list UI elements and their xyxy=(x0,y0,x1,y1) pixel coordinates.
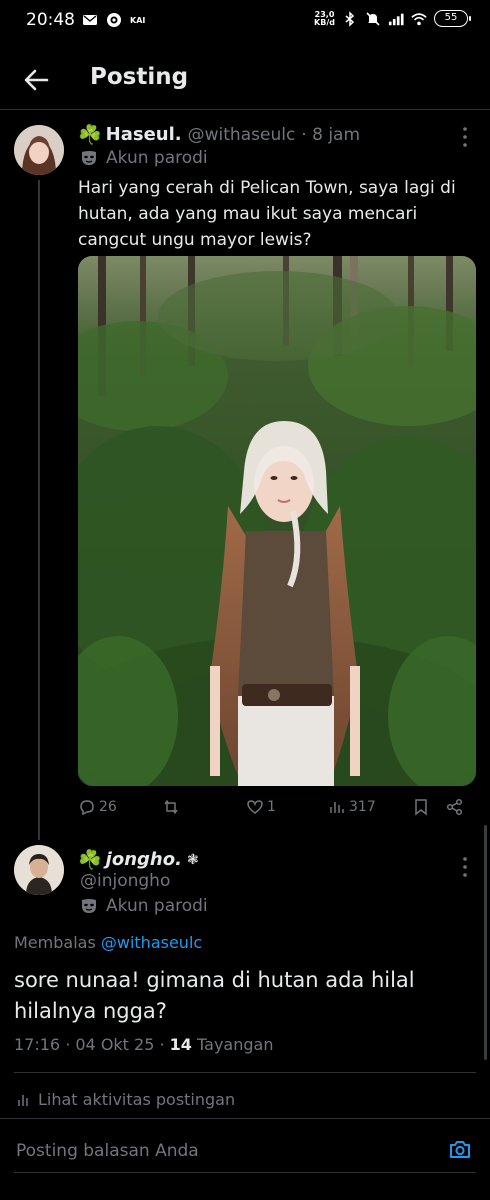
kai-icon: KAI xyxy=(130,15,146,25)
tweet-text: Hari yang cerah di Pelican Town, saya la… xyxy=(78,178,456,250)
mute-icon xyxy=(366,11,380,26)
parody-label-row: Akun parodi xyxy=(80,896,208,916)
bluetooth-icon xyxy=(345,10,355,27)
reply-timestamp: 17:16 · 04 Okt 25 · xyxy=(14,1035,170,1054)
comment-icon xyxy=(80,800,94,816)
author-name[interactable]: Haseul. xyxy=(106,124,182,145)
replying-to-link[interactable]: @withaseulc xyxy=(101,933,202,952)
reply-views-label: Tayangan xyxy=(191,1035,274,1054)
reply-meta: 17:16 · 04 Okt 25 · 14 Tayangan xyxy=(14,1035,273,1054)
reply-compose-bar[interactable]: Posting balasan Anda xyxy=(0,1118,490,1178)
bookmark-icon xyxy=(415,799,427,816)
view-count: 317 xyxy=(349,799,376,815)
circle-app-icon xyxy=(107,13,121,27)
replying-to-line: Membalas @withaseulc xyxy=(14,933,202,952)
app-header: Posting xyxy=(0,50,490,110)
tweet-photo[interactable] xyxy=(78,256,476,786)
reply-author-name[interactable]: jongho. xyxy=(106,849,182,870)
mail-icon xyxy=(83,15,97,25)
more-options-icon[interactable] xyxy=(462,856,468,878)
tweet-author-row: ☘️ Haseul. @withaseulc · 8 jam xyxy=(78,123,360,146)
reply-author-handle[interactable]: @injongho xyxy=(80,871,170,891)
post-activity-link[interactable]: Lihat aktivitas postingan xyxy=(16,1090,235,1109)
tweet-action-bar: 26 1 317 xyxy=(78,798,476,820)
page-title: Posting xyxy=(90,64,189,90)
bar-chart-icon xyxy=(330,802,344,813)
reply-author-row: ☘️ jongho. ❃ xyxy=(78,848,199,871)
parody-label: Akun parodi xyxy=(106,896,208,916)
thread-connector-line xyxy=(38,180,40,840)
arrow-left-icon[interactable] xyxy=(20,64,52,96)
share-button[interactable] xyxy=(446,798,464,816)
share-icon xyxy=(446,798,463,816)
more-options-icon[interactable] xyxy=(462,126,468,148)
avatar[interactable] xyxy=(14,845,64,895)
parody-label-row: Akun parodi xyxy=(80,148,208,168)
avatar-photo xyxy=(14,125,64,175)
reply-count: 26 xyxy=(99,799,117,815)
reply-input-placeholder[interactable]: Posting balasan Anda xyxy=(16,1141,199,1161)
divider xyxy=(14,1072,476,1073)
network-speed: 23,0 KB/d xyxy=(314,9,335,27)
mask-icon xyxy=(82,151,96,165)
camera-icon[interactable] xyxy=(448,1138,472,1162)
reply-views-count: 14 xyxy=(169,1035,192,1054)
battery-indicator: 55 xyxy=(434,10,471,27)
bar-chart-icon xyxy=(18,1094,28,1106)
retweet-icon xyxy=(164,800,178,814)
avatar-photo xyxy=(14,845,64,895)
like-count: 1 xyxy=(267,799,276,815)
bookmark-button[interactable] xyxy=(412,798,430,816)
status-bar: 20:48 KAI 23,0 KB/d 55 xyxy=(0,0,490,44)
flower-badge-icon: ❃ xyxy=(186,851,199,868)
signal-icon xyxy=(388,13,404,25)
heart-icon xyxy=(247,800,263,814)
clover-badge: ☘️ xyxy=(78,124,102,146)
clover-badge: ☘️ xyxy=(78,849,102,871)
status-system-icons: 23,0 KB/d 55 xyxy=(314,9,471,27)
mask-icon xyxy=(82,899,96,913)
tweet-time: · 8 jam xyxy=(301,124,361,145)
reply-button[interactable]: 26 xyxy=(78,798,117,816)
post-activity-label: Lihat aktivitas postingan xyxy=(38,1090,236,1109)
retweet-button[interactable] xyxy=(162,798,183,816)
author-handle[interactable]: @withaseulc xyxy=(188,125,296,145)
status-time: 20:48 xyxy=(26,10,75,30)
wifi-icon xyxy=(411,12,427,25)
avatar[interactable] xyxy=(14,125,64,175)
like-button[interactable]: 1 xyxy=(246,798,276,816)
scrollbar-thumb[interactable] xyxy=(484,825,487,1060)
divider xyxy=(14,1172,476,1173)
views-button[interactable]: 317 xyxy=(328,798,376,816)
forest-photo xyxy=(78,256,476,786)
reply-text: sore nunaa! gimana di hutan ada hilal hi… xyxy=(14,968,415,1023)
status-notification-icons: KAI xyxy=(82,12,145,28)
replying-prefix: Membalas xyxy=(14,933,96,952)
parody-label: Akun parodi xyxy=(106,148,208,168)
